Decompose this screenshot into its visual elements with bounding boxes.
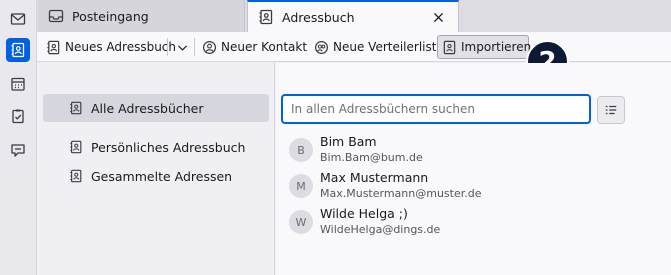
inbox-icon: [48, 8, 64, 24]
new-addressbook-button[interactable]: Neues Adressbuch: [42, 35, 180, 59]
import-label: Importieren: [461, 40, 532, 54]
import-icon: [443, 40, 456, 54]
avatar: W: [289, 210, 313, 234]
new-contact-label: Neuer Kontakt: [221, 40, 308, 54]
sidebar-item-label: Alle Adressbücher: [91, 100, 204, 116]
chevron-down-icon: [177, 44, 187, 51]
mail-icon: [10, 13, 26, 25]
mail-space-button[interactable]: [6, 7, 30, 31]
tab-inbox[interactable]: Posteingang: [38, 0, 245, 32]
addressbook-toolbar: Neues Adressbuch Neuer Kontakt Neue Vert…: [37, 32, 671, 62]
avatar: M: [289, 174, 313, 198]
contact-card[interactable]: B Bim Bam Bim.Bam@bum.de: [288, 133, 648, 167]
new-list-label: Neue Verteilerliste: [333, 40, 444, 54]
address-book-icon: [70, 169, 82, 183]
address-book-icon: [70, 140, 82, 154]
address-book-icon: [70, 101, 82, 115]
sidebar-item-personal-addressbook[interactable]: Persönliches Adressbuch: [43, 133, 269, 161]
new-list-button[interactable]: Neue Verteilerliste: [310, 35, 448, 59]
tab-bar: Posteingang Adressbuch: [37, 0, 671, 32]
contact-name: Bim Bam: [320, 134, 377, 149]
sidebar-item-label: Gesammelte Adressen: [91, 168, 233, 184]
tab-label: Adressbuch: [282, 9, 355, 25]
sidebar-item-collected-addresses[interactable]: Gesammelte Adressen: [43, 162, 269, 190]
address-book-icon: [11, 42, 25, 58]
tasks-space-button[interactable]: [6, 104, 30, 128]
contact-name: Max Mustermann: [320, 170, 429, 185]
address-book-icon: [258, 9, 274, 25]
new-addressbook-label: Neues Adressbuch: [65, 40, 177, 54]
addressbook-sidebar: Alle Adressbücher Persönliches Adressbuc…: [37, 63, 275, 275]
tab-label: Posteingang: [72, 8, 149, 24]
contact-email: Bim.Bam@bum.de: [320, 151, 423, 164]
new-addressbook-dropdown[interactable]: [172, 35, 192, 59]
address-book-icon: [47, 40, 60, 54]
contact-email: Max.Mustermann@muster.de: [320, 187, 482, 200]
new-contact-icon: [202, 40, 217, 54]
contact-card[interactable]: M Max Mustermann Max.Mustermann@muster.d…: [288, 169, 648, 203]
search-input[interactable]: [281, 94, 591, 124]
contact-card[interactable]: W Wilde Helga ;) WildeHelga@dings.de: [288, 205, 648, 239]
calendar-icon: [11, 77, 25, 91]
list-options-icon: [605, 105, 617, 115]
sidebar-item-label: Persönliches Adressbuch: [91, 139, 246, 155]
tasks-icon: [12, 109, 24, 124]
list-options-button[interactable]: [597, 96, 625, 124]
addressbook-space-button[interactable]: [6, 38, 30, 62]
toolbar-divider: [167, 38, 168, 56]
import-button[interactable]: Importieren: [437, 35, 532, 59]
new-list-icon: [314, 40, 329, 54]
sidebar-item-all-addressbooks[interactable]: Alle Adressbücher: [43, 94, 269, 122]
tab-addressbook[interactable]: Adressbuch: [247, 0, 459, 32]
contact-name: Wilde Helga ;): [320, 206, 408, 221]
toolbar-divider: [194, 38, 195, 56]
chat-space-button[interactable]: [6, 138, 30, 162]
calendar-space-button[interactable]: [6, 72, 30, 96]
spaces-toolbar: [0, 0, 37, 275]
chat-icon: [11, 144, 25, 157]
contact-email: WildeHelga@dings.de: [320, 223, 441, 236]
new-contact-button[interactable]: Neuer Kontakt: [198, 35, 311, 59]
close-icon[interactable]: [430, 9, 446, 25]
avatar: B: [289, 138, 313, 162]
contacts-pane: B Bim Bam Bim.Bam@bum.de M Max Musterman…: [276, 63, 671, 275]
